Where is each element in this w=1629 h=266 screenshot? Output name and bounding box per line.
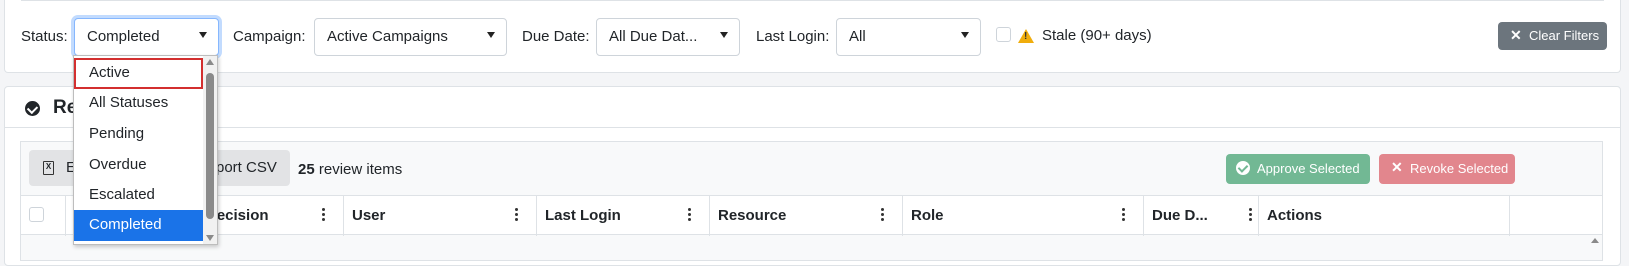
chevron-down-icon xyxy=(199,32,207,38)
last-login-select-value: All xyxy=(849,28,866,45)
status-option-overdue[interactable]: Overdue xyxy=(74,150,203,181)
column-menu-icon[interactable] xyxy=(881,206,884,223)
divider xyxy=(21,0,1604,1)
status-option-active[interactable]: Active xyxy=(74,58,203,89)
close-icon: ✕ xyxy=(1510,27,1522,43)
select-all-column xyxy=(21,196,66,236)
column-label: Role xyxy=(911,207,944,224)
table-header: Decision User Last Login Resource Role D… xyxy=(21,195,1602,236)
column-header-actions: Actions xyxy=(1259,196,1510,236)
status-filter-label: Status: xyxy=(21,28,68,45)
scroll-up-arrow[interactable] xyxy=(1591,238,1599,243)
approve-selected-button[interactable]: Approve Selected xyxy=(1226,154,1370,184)
clear-filters-label: Clear Filters xyxy=(1529,28,1600,43)
status-dropdown-list[interactable]: Active All Statuses Pending Overdue Esca… xyxy=(73,55,218,245)
check-circle-icon xyxy=(25,101,40,116)
check-circle-icon xyxy=(1236,161,1250,175)
column-menu-icon[interactable] xyxy=(322,206,325,223)
divider xyxy=(5,127,1620,128)
stale-label: Stale (90+ days) xyxy=(1042,27,1152,44)
status-select[interactable]: Completed xyxy=(74,18,219,56)
status-option-escalated[interactable]: Escalated xyxy=(74,180,203,211)
due-date-select[interactable]: All Due Dat... xyxy=(596,18,740,56)
excel-file-icon: X xyxy=(43,161,54,175)
column-menu-icon[interactable] xyxy=(515,206,518,223)
status-option-pending[interactable]: Pending xyxy=(74,119,203,150)
approve-selected-label: Approve Selected xyxy=(1257,161,1360,176)
column-menu-icon[interactable] xyxy=(1122,206,1125,223)
column-menu-icon[interactable] xyxy=(1249,206,1252,223)
scrollbar-thumb[interactable] xyxy=(206,73,214,219)
item-count-suffix: review items xyxy=(318,161,403,178)
dropdown-scrollbar[interactable] xyxy=(203,56,217,244)
status-option-all[interactable]: All Statuses xyxy=(74,88,203,119)
select-all-checkbox[interactable] xyxy=(29,207,44,222)
chevron-down-icon xyxy=(961,32,969,38)
campaign-filter-label: Campaign: xyxy=(233,28,306,45)
stale-checkbox[interactable] xyxy=(996,27,1011,42)
column-header-due-date[interactable]: Due D... xyxy=(1144,196,1259,236)
column-label: Last Login xyxy=(545,207,621,224)
column-label: Due D... xyxy=(1152,207,1208,224)
scroll-up-arrow[interactable] xyxy=(206,59,214,65)
last-login-filter-label: Last Login: xyxy=(756,28,830,45)
column-menu-icon[interactable] xyxy=(688,206,691,223)
last-login-select[interactable]: All xyxy=(836,18,981,56)
scroll-down-arrow[interactable] xyxy=(206,235,214,241)
column-header-user[interactable]: User xyxy=(344,196,537,236)
column-label: Resource xyxy=(718,207,787,224)
column-label: Actions xyxy=(1267,207,1323,224)
due-date-filter-label: Due Date: xyxy=(522,28,590,45)
chevron-down-icon xyxy=(487,32,495,38)
export-csv-label: port CSV xyxy=(216,159,277,176)
revoke-selected-button[interactable]: ✕ Revoke Selected xyxy=(1379,154,1515,184)
status-option-completed[interactable]: Completed xyxy=(74,210,203,241)
item-count: 25 review items xyxy=(298,161,402,178)
clear-filters-button[interactable]: ✕ Clear Filters xyxy=(1498,22,1607,50)
campaign-select[interactable]: Active Campaigns xyxy=(314,18,507,56)
status-select-value: Completed xyxy=(87,28,160,45)
revoke-selected-label: Revoke Selected xyxy=(1410,161,1509,176)
close-icon: ✕ xyxy=(1391,159,1403,175)
filter-bar: Status: Completed Campaign: Active Campa… xyxy=(4,0,1621,73)
warning-icon xyxy=(1018,29,1034,43)
due-date-select-value: All Due Dat... xyxy=(609,28,698,45)
review-grid: X E port CSV 25 review items Approve Sel… xyxy=(20,141,1603,261)
column-header-resource[interactable]: Resource xyxy=(710,196,903,236)
chevron-down-icon xyxy=(720,32,728,38)
column-label: User xyxy=(352,207,386,224)
column-header-role[interactable]: Role xyxy=(903,196,1144,236)
column-header-last-login[interactable]: Last Login xyxy=(537,196,710,236)
campaign-select-value: Active Campaigns xyxy=(327,28,448,45)
item-count-number: 25 xyxy=(298,161,315,178)
